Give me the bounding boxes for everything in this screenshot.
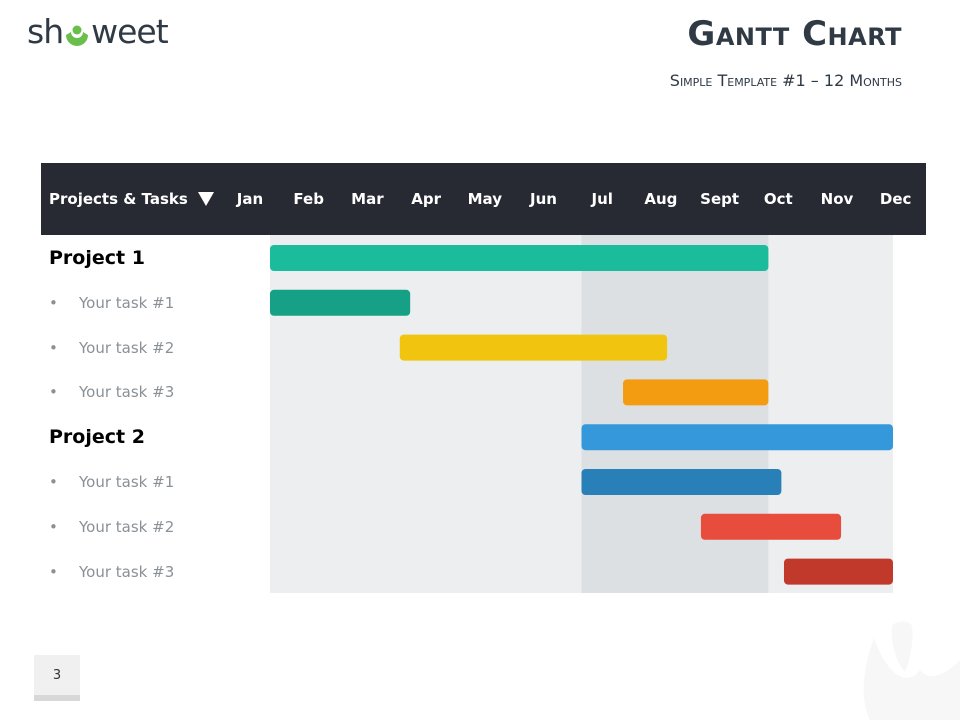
task-label: • Your task #2 (49, 339, 174, 357)
task-bar (581, 469, 782, 495)
bullet: • (49, 293, 58, 312)
row-label-text: Your task #2 (79, 338, 175, 357)
watermark-logo-icon (863, 621, 960, 720)
task-bar (270, 289, 411, 316)
row-label-text: Your task #1 (79, 473, 175, 491)
row-label-text: Your task #3 (79, 562, 175, 581)
bullet: • (49, 383, 58, 402)
task-label: • Your task #1 (49, 294, 174, 312)
row-label-text: Your task #2 (79, 517, 175, 536)
bullet: • (49, 517, 58, 536)
gantt-chart (0, 0, 960, 720)
task-bar (783, 558, 893, 585)
task-label: • Your task #2 (49, 518, 174, 536)
task-bar (399, 334, 668, 361)
row-label-text: Project 2 (49, 426, 145, 449)
project-label: Project 1 (49, 247, 145, 269)
task-label: • Your task #3 (49, 563, 174, 581)
bullet: • (49, 338, 58, 357)
bullet: • (49, 473, 58, 491)
project-label: Project 2 (49, 426, 145, 448)
page-number: 3 (34, 655, 80, 701)
task-label: • Your task #3 (49, 383, 174, 401)
task-bar (623, 379, 769, 406)
row-label-text: Your task #3 (79, 383, 175, 402)
project-bar (581, 424, 893, 451)
row-label-text: Project 1 (49, 247, 145, 269)
project-bar (270, 245, 769, 271)
row-label-text: Your task #1 (79, 293, 175, 312)
task-bar (700, 513, 842, 540)
bullet: • (49, 562, 58, 581)
task-label: • Your task #1 (49, 473, 174, 491)
